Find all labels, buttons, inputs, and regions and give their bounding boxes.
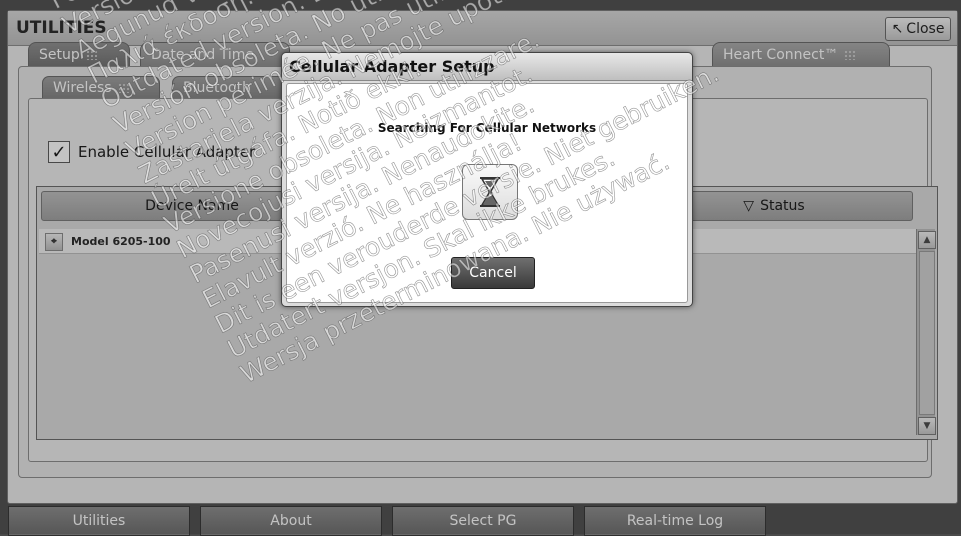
cellular-setup-dialog: Cellular Adapter Setup Searching For Cel… <box>281 52 693 307</box>
dialog-title: Cellular Adapter Setup <box>282 53 692 81</box>
cancel-button[interactable]: Cancel <box>451 257 535 289</box>
dialog-body: Searching For Cellular Networks Cancel <box>286 83 688 303</box>
hourglass-icon <box>462 164 518 220</box>
dialog-message: Searching For Cellular Networks <box>377 121 597 135</box>
